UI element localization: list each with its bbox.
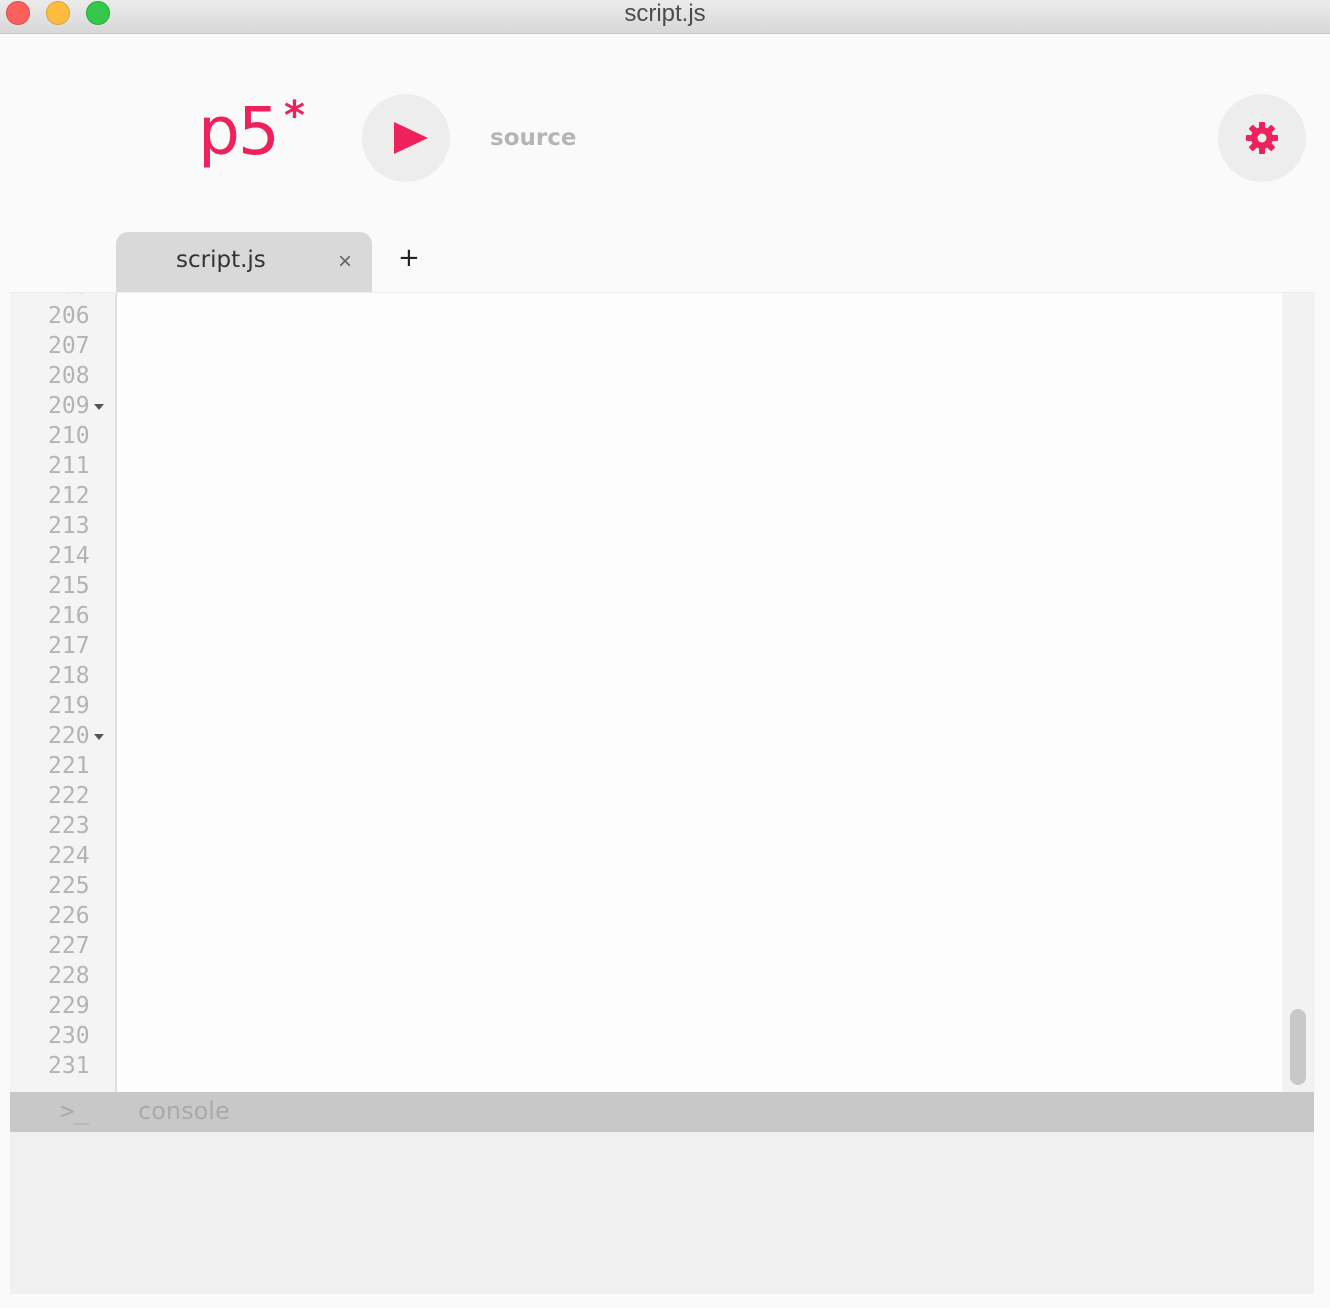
line-number: 225 (48, 873, 90, 899)
run-button[interactable] (362, 94, 450, 182)
code-editor[interactable]: 205 206 207 208209210 211 212 213 214 215 216 217 2… (10, 292, 1315, 1092)
gear-icon (1246, 122, 1278, 154)
console-output[interactable] (10, 1132, 1314, 1294)
line-number: 228 (48, 963, 90, 989)
line-number: 215 (48, 573, 90, 599)
line-number-gutter: 205 206 207 208209210 211 212 213 214 215 216 217 2… (10, 293, 117, 1092)
line-numbers: 205 206 207 208209210 211 212 213 214 215 216 217 2… (10, 293, 115, 1081)
line-number: 220 (10, 721, 115, 751)
settings-button[interactable] (1218, 94, 1306, 182)
vertical-scrollbar-track[interactable] (1282, 293, 1315, 1092)
line-number: 211 (48, 453, 90, 479)
line-number: 213 (48, 513, 90, 539)
line-number: 229 (48, 993, 90, 1019)
play-icon (394, 122, 428, 154)
line-number: 209 (10, 391, 115, 421)
line-number: 230 (48, 1023, 90, 1049)
p5-logo-star: * (284, 93, 305, 139)
console-prompt-icon: >_ (60, 1097, 89, 1125)
line-number: 210 (48, 423, 90, 449)
line-number: 223 (48, 813, 90, 839)
console-header[interactable]: >_ console (10, 1092, 1314, 1132)
fold-arrow-icon[interactable] (94, 404, 104, 410)
line-number: 208 (48, 363, 90, 389)
line-number: 226 (48, 903, 90, 929)
line-number: 224 (48, 843, 90, 869)
source-button[interactable]: source (490, 124, 576, 152)
tab-script-js[interactable]: script.js × (116, 232, 372, 292)
line-number: 221 (48, 753, 90, 779)
line-number: 205 (10, 293, 115, 301)
line-number: 207 (48, 333, 90, 359)
line-number: 216 (48, 603, 90, 629)
add-tab-button[interactable]: + (398, 244, 420, 272)
line-number: 218 (48, 663, 90, 689)
line-number: 212 (48, 483, 90, 509)
line-number: 214 (48, 543, 90, 569)
console-label: console (138, 1097, 230, 1125)
p5-logo: p5 (198, 93, 280, 170)
line-number: 227 (48, 933, 90, 959)
line-number: 219 (48, 693, 90, 719)
fold-arrow-icon[interactable] (94, 734, 104, 740)
vertical-scrollbar-thumb[interactable] (1290, 1009, 1306, 1085)
line-number: 217 (48, 633, 90, 659)
tab-label: script.js (176, 247, 266, 273)
line-number: 222 (48, 783, 90, 809)
line-number: 206 (48, 303, 90, 329)
line-number: 231 (48, 1053, 90, 1079)
window-title: script.js (624, 0, 706, 27)
close-tab-icon[interactable]: × (338, 248, 352, 276)
title-bar: script.js (0, 0, 1330, 34)
